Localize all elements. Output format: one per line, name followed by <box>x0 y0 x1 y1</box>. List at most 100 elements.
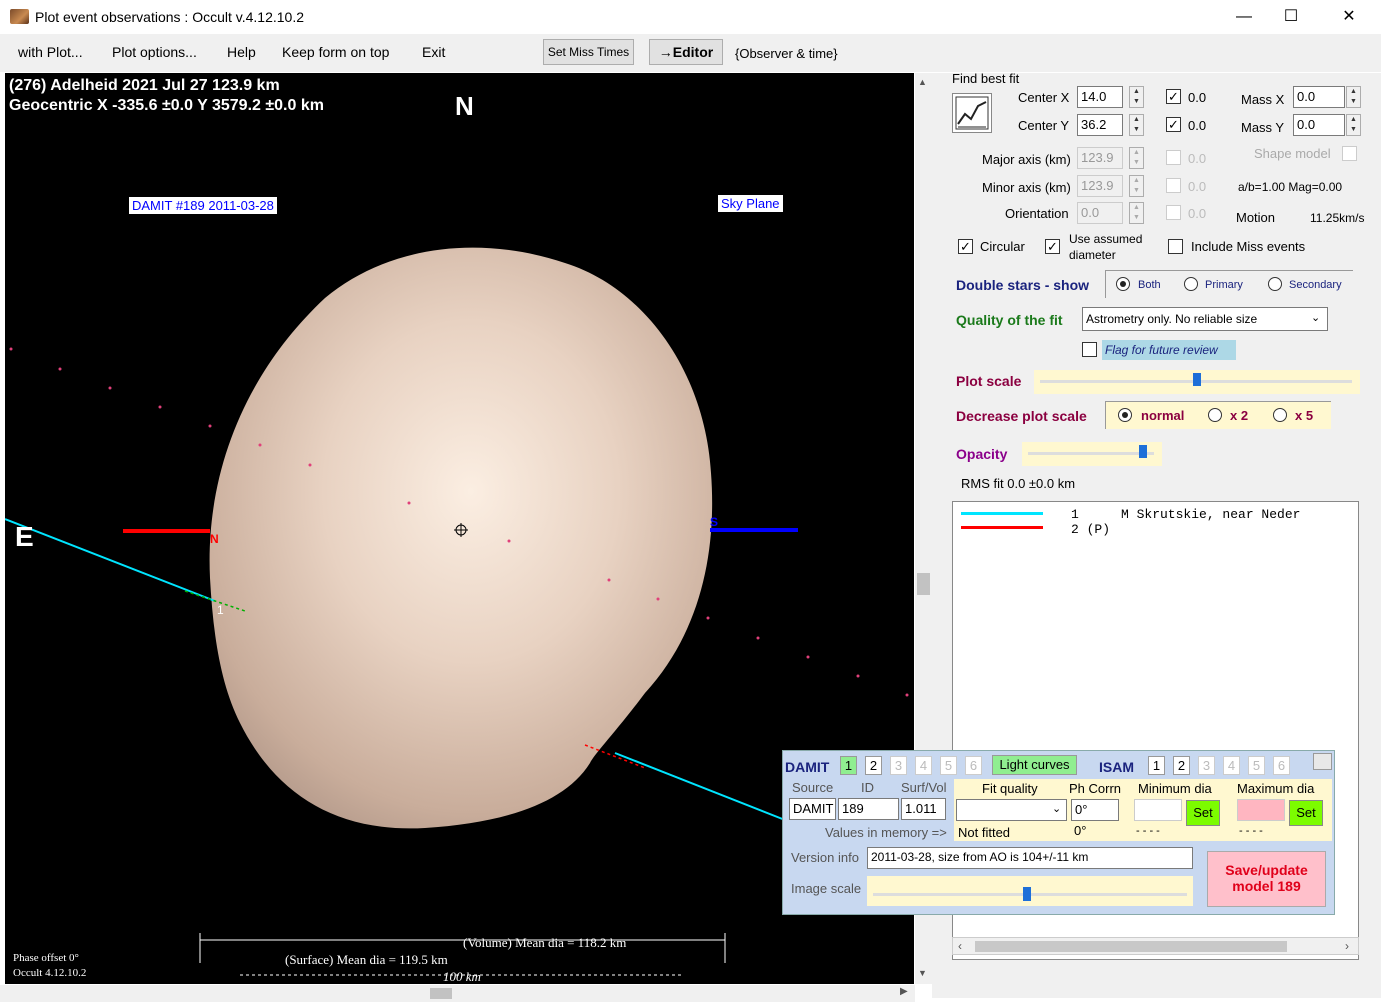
maximize-button[interactable]: ☐ <box>1268 4 1314 30</box>
minor-axis-spinner[interactable]: ▲ ▼ <box>1129 175 1144 197</box>
mass-x-spinner[interactable]: ▲ ▼ <box>1346 86 1361 108</box>
fit-quality-select[interactable]: ⌄ <box>956 799 1067 821</box>
radio-secondary-label: Secondary <box>1289 279 1342 291</box>
radio-x5[interactable] <box>1273 408 1287 422</box>
mass-y-input[interactable]: 0.0 <box>1293 114 1345 136</box>
major-axis-spinner[interactable]: ▲ ▼ <box>1129 147 1144 169</box>
hscroll-thumb[interactable] <box>430 988 452 999</box>
isam-tab-3[interactable]: 3 <box>1198 756 1215 775</box>
shape-model-checkbox[interactable] <box>1342 146 1357 161</box>
close-button[interactable]: ✕ <box>1326 4 1372 30</box>
isam-tab-2[interactable]: 2 <box>1173 756 1190 775</box>
scroll-down-icon[interactable]: ▼ <box>918 968 927 978</box>
opacity-thumb[interactable] <box>1139 445 1148 458</box>
flag-review-checkbox[interactable] <box>1082 342 1097 357</box>
center-y-spinner[interactable]: ▲ ▼ <box>1129 114 1144 136</box>
max-dia-input[interactable] <box>1237 799 1285 821</box>
damit-tab-2[interactable]: 2 <box>865 756 882 775</box>
menu-plot-options[interactable]: Plot options... <box>112 44 197 60</box>
scroll-up-icon[interactable]: ▲ <box>918 77 927 87</box>
flag-review-label: Flag for future review <box>1105 343 1218 357</box>
ph-corr-memory: 0° <box>1074 823 1087 838</box>
scroll-right-icon[interactable]: › <box>1345 939 1349 953</box>
fit-chart-icon <box>955 96 989 130</box>
damit-tab-3[interactable]: 3 <box>890 756 907 775</box>
isam-tab-1[interactable]: 1 <box>1148 756 1165 775</box>
plot-scale-thumb[interactable] <box>1193 373 1201 386</box>
damit-tab-4[interactable]: 4 <box>915 756 932 775</box>
quality-select[interactable]: Astrometry only. No reliable size ⌄ <box>1082 307 1328 331</box>
image-scale-slider[interactable] <box>867 876 1193 906</box>
minor-axis-input[interactable]: 123.9 <box>1077 175 1123 197</box>
damit-tab-6[interactable]: 6 <box>965 756 982 775</box>
damit-tab-1[interactable]: 1 <box>840 756 857 775</box>
ab-mag-label: a/b=1.00 Mag=0.00 <box>1238 180 1343 194</box>
min-dia-input[interactable] <box>1134 799 1182 821</box>
set-miss-times-button[interactable]: Set Miss Times <box>543 39 634 65</box>
radio-normal[interactable] <box>1118 408 1132 422</box>
light-curves-button[interactable]: Light curves <box>992 755 1077 775</box>
isam-tab-4[interactable]: 4 <box>1223 756 1240 775</box>
mass-x-input[interactable]: 0.0 <box>1293 86 1345 108</box>
plot-scale-slider[interactable] <box>1034 370 1360 394</box>
id-field[interactable]: 189 <box>838 798 899 820</box>
image-scale-thumb[interactable] <box>1022 887 1031 901</box>
center-x-spinner[interactable]: ▲ ▼ <box>1129 86 1144 108</box>
chevron-down-icon: ⌄ <box>1311 312 1321 324</box>
ph-corr-input[interactable]: 0° <box>1071 799 1119 821</box>
radio-x2[interactable] <box>1208 408 1222 422</box>
mass-y-label: Mass Y <box>1241 120 1285 135</box>
include-miss-checkbox[interactable] <box>1168 239 1183 254</box>
observer-hscroll-thumb[interactable] <box>975 941 1287 952</box>
observer-time-menu[interactable]: {Observer & time} <box>735 46 838 61</box>
major-axis-input[interactable]: 123.9 <box>1077 147 1123 169</box>
center-x-checkbox[interactable]: ✓ <box>1166 89 1181 104</box>
plot-header-1: (276) Adelheid 2021 Jul 27 123.9 km <box>9 77 280 94</box>
mass-y-spinner[interactable]: ▲ ▼ <box>1346 114 1361 136</box>
plot-canvas[interactable]: (276) Adelheid 2021 Jul 27 123.9 km Geoc… <box>5 73 914 984</box>
source-field[interactable]: DAMIT <box>789 798 836 820</box>
damit-tab-5[interactable]: 5 <box>940 756 957 775</box>
surf-vol-header: Surf/Vol <box>901 780 947 795</box>
version-info-label: Version info <box>791 850 859 865</box>
use-assumed-checkbox[interactable]: ✓ <box>1045 239 1060 254</box>
circular-checkbox[interactable]: ✓ <box>958 239 973 254</box>
version-info-field[interactable]: 2011-03-28, size from AO is 104+/-11 km <box>867 847 1193 869</box>
center-y-checkbox[interactable]: ✓ <box>1166 117 1181 132</box>
orientation-checkbox[interactable] <box>1166 205 1181 220</box>
major-axis-checkbox[interactable] <box>1166 150 1181 165</box>
scroll-left-icon[interactable]: ‹ <box>958 939 962 953</box>
asteroid-shape <box>209 247 713 829</box>
radio-secondary[interactable] <box>1268 277 1282 291</box>
center-y-input[interactable]: 36.2 <box>1077 114 1123 136</box>
isam-tab-5[interactable]: 5 <box>1248 756 1265 775</box>
opacity-slider[interactable] <box>1022 442 1162 466</box>
plot-horizontal-scrollbar[interactable]: ▶ <box>0 985 915 1002</box>
source-header: Source <box>792 780 834 795</box>
editor-button[interactable]: →Editor <box>649 39 723 65</box>
set-min-button[interactable]: Set <box>1186 800 1220 826</box>
minor-axis-checkbox[interactable] <box>1166 178 1181 193</box>
menu-keep-on-top[interactable]: Keep form on top <box>282 44 389 60</box>
set-max-button[interactable]: Set <box>1289 800 1323 826</box>
surf-vol-field[interactable]: 1.011 <box>901 798 946 820</box>
orientation-input[interactable]: 0.0 <box>1077 202 1123 224</box>
menu-help[interactable]: Help <box>227 44 256 60</box>
radio-primary[interactable] <box>1184 277 1198 291</box>
observer-1-name: M Skrutskie, near Neder <box>1121 507 1301 522</box>
isam-tab-6[interactable]: 6 <box>1273 756 1290 775</box>
observer-hscroll[interactable]: ‹ › <box>952 937 1359 955</box>
orientation-spinner[interactable]: ▲ ▼ <box>1129 202 1144 224</box>
scroll-thumb[interactable] <box>917 573 930 595</box>
center-x-input[interactable]: 14.0 <box>1077 86 1123 108</box>
close-icon[interactable] <box>1313 753 1332 770</box>
scroll-right-icon[interactable]: ▶ <box>900 986 908 997</box>
find-best-fit-button[interactable] <box>952 93 992 133</box>
plot-version: Occult 4.12.10.2 <box>13 967 87 979</box>
menu-with-plot[interactable]: with Plot... <box>18 44 83 60</box>
minimize-button[interactable]: — <box>1221 4 1267 30</box>
find-best-fit-label: Find best fit <box>952 71 1020 86</box>
menu-exit[interactable]: Exit <box>422 44 445 60</box>
save-update-button[interactable]: Save/update model 189 <box>1207 851 1326 907</box>
radio-both[interactable] <box>1116 277 1130 291</box>
